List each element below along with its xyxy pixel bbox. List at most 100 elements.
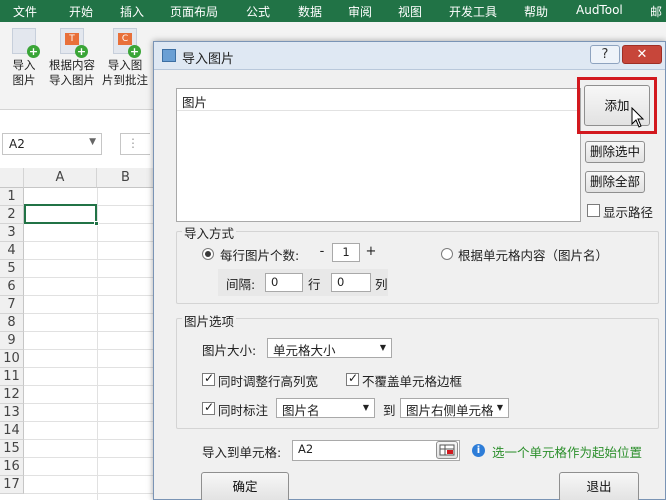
menu-data[interactable]: 数据 <box>298 3 322 20</box>
row-header[interactable]: 11 <box>0 368 24 386</box>
annotate-field-select[interactable]: 图片名 ▼ <box>276 398 375 418</box>
info-icon: i <box>472 444 485 457</box>
chevron-down-icon: ▼ <box>89 137 96 147</box>
by-content-label: 根据单元格内容（图片名） <box>458 248 609 263</box>
grid-line <box>24 241 155 242</box>
import-picture-button[interactable]: + 导入 图片 <box>6 28 42 88</box>
row-header[interactable]: 1 <box>0 188 24 206</box>
menu-mail[interactable]: 邮 <box>650 3 662 20</box>
column-header-b[interactable]: B <box>97 168 155 188</box>
per-row-radio[interactable] <box>202 248 214 260</box>
row-header[interactable]: 7 <box>0 296 24 314</box>
import-by-content-button[interactable]: T + 根据内容 导入图片 <box>46 28 98 88</box>
row-header[interactable]: 17 <box>0 476 24 494</box>
exit-button[interactable]: 退出 <box>559 472 639 500</box>
import-by-content-icon: T + <box>60 28 88 58</box>
more-icon: ⋮ <box>127 136 139 150</box>
grid-line <box>24 349 155 350</box>
row-header[interactable]: 5 <box>0 260 24 278</box>
row-header[interactable]: 9 <box>0 332 24 350</box>
delete-all-button[interactable]: 删除全部 <box>585 171 645 193</box>
menu-home[interactable]: 开始 <box>69 3 93 20</box>
row-header[interactable]: 6 <box>0 278 24 296</box>
spacing-label: 间隔: <box>226 277 256 292</box>
picture-list[interactable]: 图片 <box>176 88 581 222</box>
menu-audtool[interactable]: AudTool <box>576 3 623 17</box>
menu-page-layout[interactable]: 页面布局 <box>170 3 218 20</box>
row-header[interactable]: 16 <box>0 458 24 476</box>
grid-line <box>24 259 155 260</box>
close-button[interactable]: ✕ <box>622 45 662 64</box>
grid-line <box>24 421 155 422</box>
to-label: 到 <box>383 403 396 418</box>
no-cover-border-label: 不覆盖单元格边框 <box>362 374 463 389</box>
size-select[interactable]: 单元格大小 ▼ <box>267 338 392 358</box>
spacing-cols-input[interactable]: 0 <box>331 273 371 292</box>
grid-line <box>24 367 155 368</box>
chevron-down-icon: ▼ <box>379 343 386 352</box>
chevron-down-icon: ▼ <box>362 403 369 412</box>
fill-handle[interactable] <box>94 221 99 226</box>
row-header[interactable]: 10 <box>0 350 24 368</box>
grid-line <box>24 331 155 332</box>
show-path-label: 显示路径 <box>603 205 654 220</box>
adjust-size-checkbox[interactable] <box>202 371 215 386</box>
grid-line <box>24 457 155 458</box>
grid-line <box>24 403 155 404</box>
row-header[interactable]: 12 <box>0 386 24 404</box>
menu-formulas[interactable]: 公式 <box>246 3 270 20</box>
menu-developer[interactable]: 开发工具 <box>449 3 497 20</box>
dialog-titlebar[interactable]: 导入图片 ? ✕ <box>154 42 665 70</box>
menu-file[interactable]: 文件 <box>13 3 37 20</box>
decrement-button[interactable]: - <box>314 243 330 261</box>
grid-line <box>24 277 155 278</box>
annotate-target-select[interactable]: 图片右侧单元格 ▼ <box>400 398 509 418</box>
per-row-label: 每行图片个数: <box>220 248 300 263</box>
select-range-button[interactable] <box>436 441 458 459</box>
row-header[interactable]: 13 <box>0 404 24 422</box>
ok-button[interactable]: 确定 <box>201 472 289 500</box>
row-header[interactable]: 8 <box>0 314 24 332</box>
column-header-a[interactable]: A <box>24 168 97 188</box>
row-header[interactable]: 14 <box>0 422 24 440</box>
grid-line <box>97 188 98 500</box>
spacing-rows-input[interactable]: 0 <box>265 273 303 292</box>
import-to-input[interactable]: A2 <box>292 440 460 461</box>
grid-line <box>24 385 155 386</box>
import-to-comment-button[interactable]: C + 导入图 片到批注 <box>100 28 150 88</box>
adjust-size-label: 同时调整行高列宽 <box>218 374 319 389</box>
annotate-checkbox[interactable] <box>202 400 215 415</box>
picture-list-header: 图片 <box>177 89 580 111</box>
grid-line <box>24 313 155 314</box>
show-path-checkbox[interactable] <box>587 204 600 217</box>
dialog-app-icon <box>162 49 176 62</box>
menu-help[interactable]: 帮助 <box>524 3 548 20</box>
menu-insert[interactable]: 插入 <box>120 3 144 20</box>
delete-selected-button[interactable]: 删除选中 <box>585 141 645 163</box>
per-row-input[interactable]: 1 <box>332 243 360 262</box>
increment-button[interactable]: + <box>363 243 379 261</box>
import-to-comment-icon: C + <box>113 28 141 58</box>
mouse-cursor-icon <box>631 107 645 128</box>
import-picture-dialog: 导入图片 ? ✕ 图片 添加 删除选中 删除全部 显示路径 导入方式 每行图片个… <box>153 41 666 500</box>
import-picture-icon: + <box>12 28 40 58</box>
menu-view[interactable]: 视图 <box>398 3 422 20</box>
row-header[interactable]: 2 <box>0 206 24 224</box>
grid-line <box>24 493 155 494</box>
menu-review[interactable]: 审阅 <box>348 3 372 20</box>
select-all-corner[interactable] <box>0 168 24 188</box>
row-header[interactable]: 3 <box>0 224 24 242</box>
by-content-radio[interactable] <box>441 248 453 260</box>
name-box[interactable]: A2 ▼ <box>2 133 102 155</box>
row-header[interactable]: 4 <box>0 242 24 260</box>
range-picker-icon <box>439 444 455 456</box>
no-cover-border-checkbox[interactable] <box>346 371 359 386</box>
picture-options-title: 图片选项 <box>182 311 237 330</box>
cols-unit-label: 列 <box>375 277 388 292</box>
active-cell[interactable] <box>24 204 99 226</box>
formula-bar-separator: ⋮ <box>120 133 150 155</box>
row-header[interactable]: 15 <box>0 440 24 458</box>
spreadsheet-grid[interactable]: A B 1 2 3 4 5 6 7 8 9 10 11 12 13 14 15 16 17 <box>0 168 155 500</box>
grid-line <box>24 475 155 476</box>
help-button[interactable]: ? <box>590 45 620 64</box>
